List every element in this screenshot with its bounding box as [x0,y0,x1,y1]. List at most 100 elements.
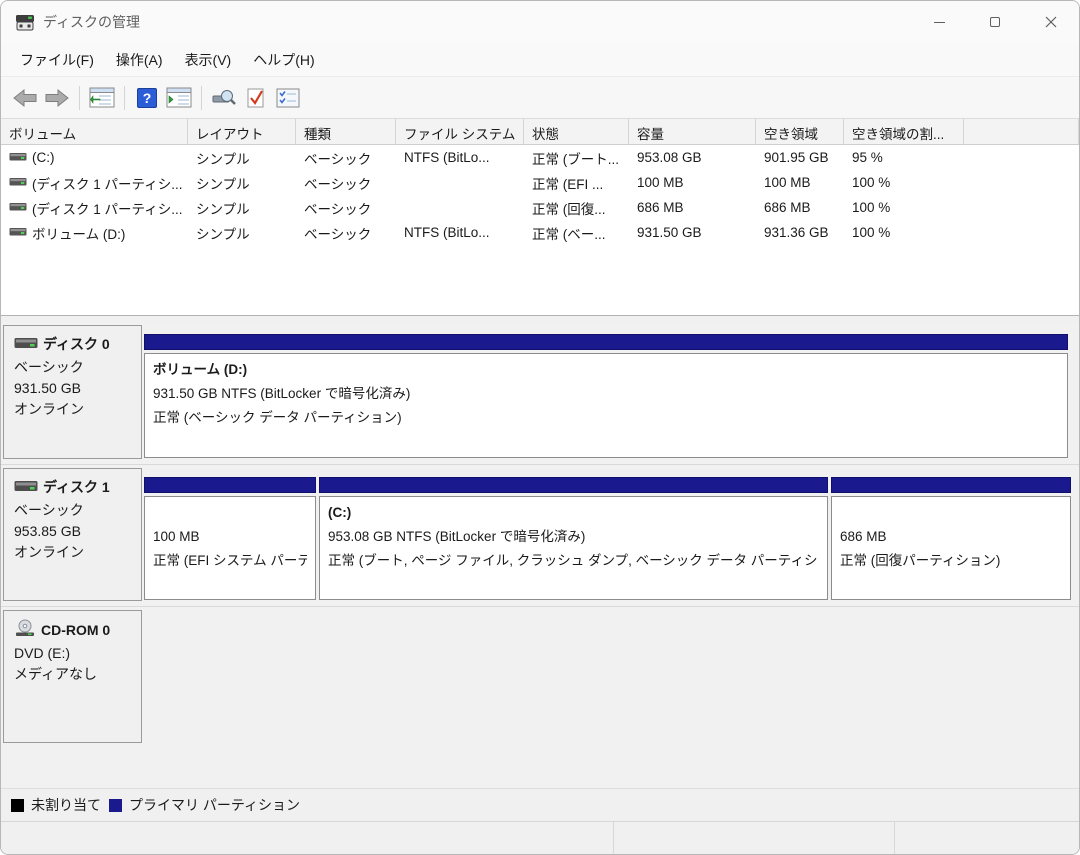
column-header-free-pct[interactable]: 空き領域の割... [844,119,964,144]
disk-status: オンライン [14,399,135,420]
back-icon[interactable] [10,83,40,113]
primary-partition-swatch [109,799,122,812]
cell-type: ベーシック [296,223,396,243]
cell-status: 正常 (回復... [524,198,629,218]
partition-detail: 686 MB [840,525,1062,549]
action-pane-icon[interactable] [164,83,194,113]
table-row[interactable]: (C:) シンプル ベーシック NTFS (BitLo... 正常 (ブート..… [1,145,1079,170]
minimize-icon[interactable] [911,1,967,43]
status-segment [614,822,895,855]
disk-0-label[interactable]: ディスク 0 ベーシック 931.50 GB オンライン [3,325,142,459]
partition-status: 正常 (ブート, ページ ファイル, クラッシュ ダンプ, ベーシック データ … [328,549,819,573]
disk-size: 953.85 GB [14,521,135,542]
menu-file[interactable]: ファイル(F) [9,44,105,76]
cell-free: 100 MB [756,175,844,190]
legend-label: プライマリ パーティション [129,795,300,815]
cell-status: 正常 (ブート... [524,148,629,168]
volume-icon [9,175,27,190]
cell-free: 931.36 GB [756,225,844,240]
close-icon[interactable] [1023,1,1079,43]
menu-bar: ファイル(F) 操作(A) 表示(V) ヘルプ(H) [1,43,1079,77]
disk-graph-pane: ディスク 0 ベーシック 931.50 GB オンライン ボリューム (D:) … [1,322,1079,788]
table-row[interactable]: (ディスク 1 パーティシ... シンプル ベーシック 正常 (EFI ... … [1,170,1079,195]
table-row[interactable]: ボリューム (D:) シンプル ベーシック NTFS (BitLo... 正常 … [1,220,1079,245]
pane-splitter[interactable] [1,315,1079,322]
volume-list-header: ボリューム レイアウト 種類 ファイル システム 状態 容量 空き領域 空き領域… [1,119,1079,145]
legend-unallocated: 未割り当て [11,795,101,815]
device-view-icon[interactable] [209,83,239,113]
cell-free: 686 MB [756,200,844,215]
partition-name: ボリューム (D:) [153,358,1059,382]
cdrom-0-label[interactable]: CD-ROM 0 DVD (E:) メディアなし [3,610,142,743]
cell-capacity: 953.08 GB [629,150,756,165]
partition-box: 100 MB 正常 (EFI システム パーティション) [144,496,316,600]
column-header-status[interactable]: 状態 [524,119,629,144]
partition-detail: 953.08 GB NTFS (BitLocker で暗号化済み) [328,525,819,549]
partition-efi[interactable]: 100 MB 正常 (EFI システム パーティション) [144,477,316,600]
partition-recovery[interactable]: 686 MB 正常 (回復パーティション) [831,477,1071,600]
cell-capacity: 931.50 GB [629,225,756,240]
menu-action[interactable]: 操作(A) [105,44,174,76]
cell-free-pct: 100 % [844,175,964,190]
partition-box: ボリューム (D:) 931.50 GB NTFS (BitLocker で暗号… [144,353,1068,458]
legend-primary-partition: プライマリ パーティション [109,795,300,815]
partition-volume-d[interactable]: ボリューム (D:) 931.50 GB NTFS (BitLocker で暗号… [144,334,1068,458]
toolbar-separator [201,86,202,110]
column-header-filler [964,119,1079,144]
legend-bar: 未割り当て プライマリ パーティション [1,788,1079,821]
column-header-free[interactable]: 空き領域 [756,119,844,144]
disk-row-cdrom: CD-ROM 0 DVD (E:) メディアなし [1,606,1079,748]
legend-label: 未割り当て [31,795,101,815]
partition-detail: 100 MB [153,525,307,549]
table-row[interactable]: (ディスク 1 パーティシ... シンプル ベーシック 正常 (回復... 68… [1,195,1079,220]
disk-icon [14,479,38,495]
cell-capacity: 100 MB [629,175,756,190]
console-tree-icon[interactable] [87,83,117,113]
cell-free-pct: 100 % [844,200,964,215]
cell-type: ベーシック [296,148,396,168]
partition-box: 686 MB 正常 (回復パーティション) [831,496,1071,600]
disk-name: ディスク 0 [43,334,110,354]
check-document-icon[interactable] [241,83,271,113]
help-icon[interactable]: ? [132,83,162,113]
partition-color-bar [319,477,828,493]
cell-layout: シンプル [188,148,296,168]
title-bar: ディスクの管理 [1,1,1079,43]
disk-icon [14,336,38,352]
task-list-icon[interactable] [273,83,303,113]
cell-free-pct: 95 % [844,150,964,165]
disk-status: メディアなし [14,664,135,685]
column-header-layout[interactable]: レイアウト [188,119,296,144]
toolbar: ? [1,77,1079,119]
partition-status: 正常 (回復パーティション) [840,549,1062,573]
column-header-volume[interactable]: ボリューム [1,119,188,144]
partition-color-bar [144,334,1068,350]
column-header-type[interactable]: 種類 [296,119,396,144]
status-segment [1,822,614,855]
disk-type: ベーシック [14,500,135,521]
window-title: ディスクの管理 [43,12,140,32]
disk-status: オンライン [14,542,135,563]
column-header-filesystem[interactable]: ファイル システム [396,119,524,144]
partition-c[interactable]: (C:) 953.08 GB NTFS (BitLocker で暗号化済み) 正… [319,477,828,600]
forward-icon[interactable] [42,83,72,113]
column-header-capacity[interactable]: 容量 [629,119,756,144]
cell-free-pct: 100 % [844,225,964,240]
help-glyph: ? [143,90,152,106]
maximize-icon[interactable] [967,1,1023,43]
cell-type: ベーシック [296,173,396,193]
menu-view[interactable]: 表示(V) [174,44,243,76]
toolbar-separator [124,86,125,110]
disk-1-graph: 100 MB 正常 (EFI システム パーティション) (C:) 953.08… [144,465,1079,606]
cell-status: 正常 (EFI ... [524,173,629,193]
cell-layout: シンプル [188,198,296,218]
disk-size: 931.50 GB [14,378,135,399]
disk-type: ベーシック [14,357,135,378]
menu-help[interactable]: ヘルプ(H) [242,44,325,76]
cell-volume: (ディスク 1 パーティシ... [32,173,183,193]
disk-1-label[interactable]: ディスク 1 ベーシック 953.85 GB オンライン [3,468,142,601]
volume-list: ボリューム レイアウト 種類 ファイル システム 状態 容量 空き領域 空き領域… [1,119,1079,315]
disk-management-window: ディスクの管理 ファイル(F) 操作(A) 表示(V) ヘルプ(H) [0,0,1080,855]
disk-type: DVD (E:) [14,643,135,664]
cell-volume: (ディスク 1 パーティシ... [32,198,183,218]
